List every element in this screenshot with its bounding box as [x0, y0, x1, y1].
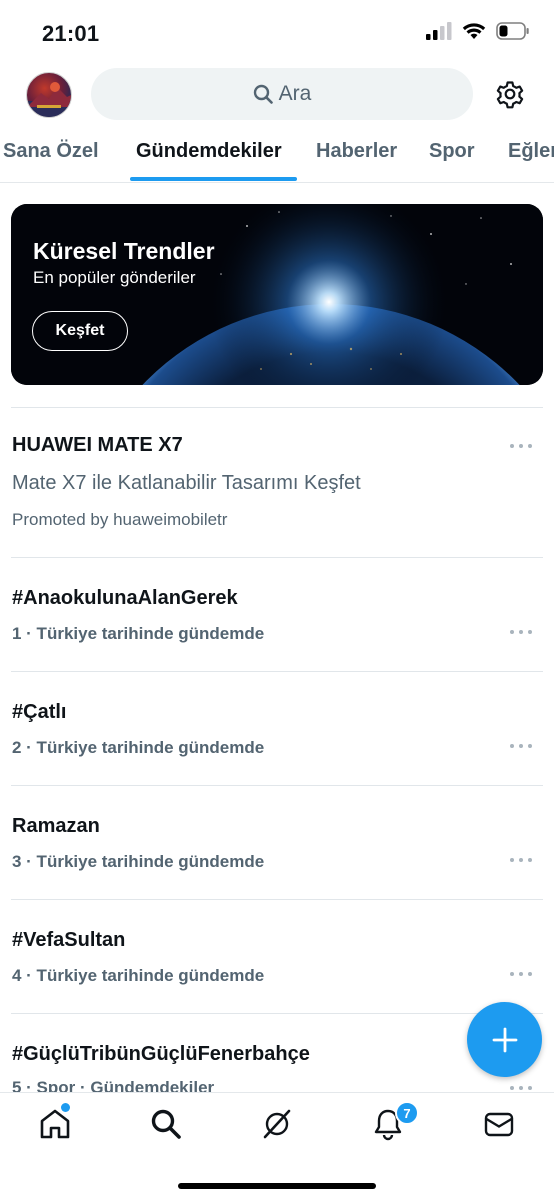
trend-title: #AnaokulunaAlanGerek — [12, 587, 238, 609]
search-icon[interactable] — [149, 1107, 183, 1141]
trend-meta: 1 · Türkiye tarihinde gündemde — [12, 624, 265, 643]
trend-meta: 3 · Türkiye tarihinde gündemde — [12, 852, 265, 871]
compose-button[interactable] — [467, 1002, 542, 1077]
home-icon[interactable] — [38, 1107, 72, 1141]
divider — [11, 557, 543, 558]
plus-icon — [492, 1027, 517, 1052]
grok-icon[interactable] — [260, 1107, 294, 1141]
messages-icon[interactable] — [482, 1107, 516, 1141]
home-indicator — [178, 1183, 376, 1189]
trend-title: #GüçlüTribünGüçlüFenerbahçe — [12, 1043, 310, 1065]
tab-sports[interactable]: Spor — [429, 140, 475, 163]
settings-gear-icon[interactable] — [494, 78, 526, 110]
status-bar: 21:01 — [0, 0, 554, 66]
search-placeholder: Ara — [278, 82, 312, 105]
search-icon — [253, 84, 273, 104]
promoted-description: Mate X7 ile Katlanabilir Tasarımı Keşfet — [12, 472, 361, 494]
wifi-icon — [462, 23, 486, 39]
trend-meta: 2 · Türkiye tarihinde gündemde — [12, 738, 265, 757]
divider — [11, 1013, 543, 1014]
more-options-icon[interactable] — [510, 630, 532, 638]
notification-count-badge: 7 — [395, 1101, 419, 1125]
status-icons — [426, 22, 530, 40]
trend-meta: 4 · Türkiye tarihinde gündemde — [12, 966, 265, 985]
divider — [11, 407, 543, 408]
avatar[interactable] — [26, 72, 72, 118]
tab-trending[interactable]: Gündemdekiler — [136, 140, 282, 163]
divider — [11, 785, 543, 786]
signal-icon — [426, 22, 452, 40]
explore-button[interactable]: Keşfet — [32, 311, 128, 351]
active-tab-indicator — [130, 177, 297, 181]
tab-entertainment[interactable]: Eğlen — [508, 140, 554, 163]
more-options-icon[interactable] — [510, 858, 532, 866]
global-trends-banner[interactable]: Küresel Trendler En popüler gönderiler K… — [11, 204, 543, 385]
explore-tabs: Sana Özel Gündemdekiler Haberler Spor Eğ… — [0, 132, 554, 183]
promoted-by: Promoted by huaweimobiletr — [12, 510, 228, 529]
earth-image — [11, 204, 543, 385]
top-bar: Ara — [0, 66, 554, 122]
status-time: 21:01 — [42, 21, 100, 46]
trend-title: Ramazan — [12, 815, 100, 837]
divider — [11, 671, 543, 672]
promoted-title: HUAWEI MATE X7 — [12, 434, 183, 456]
banner-subtitle: En popüler gönderiler — [33, 268, 196, 287]
more-options-icon[interactable] — [510, 444, 532, 452]
divider — [11, 899, 543, 900]
trend-title: #VefaSultan — [12, 929, 126, 951]
tab-news[interactable]: Haberler — [316, 140, 397, 163]
avatar-image — [27, 82, 71, 117]
more-options-icon[interactable] — [510, 744, 532, 752]
more-options-icon[interactable] — [510, 972, 532, 980]
banner-title: Küresel Trendler — [33, 238, 215, 264]
home-notification-dot — [61, 1103, 70, 1112]
trend-title: #Çatlı — [12, 701, 67, 723]
search-input[interactable]: Ara — [91, 68, 473, 120]
battery-icon — [496, 22, 529, 40]
tab-for-you[interactable]: Sana Özel — [3, 140, 99, 163]
